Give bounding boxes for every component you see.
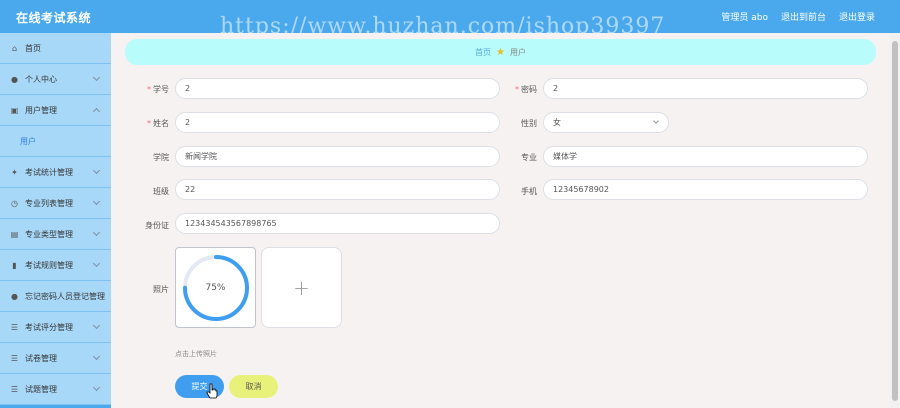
sidebar-item-user-management[interactable]: ▣ 用户管理 [0,95,111,126]
upload-progress-card: 75% [175,247,256,328]
users-icon: ▣ [10,105,19,115]
student-no-input[interactable]: 2 [175,78,500,99]
sidebar-item-exam-stats[interactable]: ✦ 考试统计管理 [0,157,111,188]
app-title: 在线考试系统 [16,11,92,25]
chevron-up-icon [92,107,101,116]
id-card-input[interactable]: 123434543567898765 [175,213,500,234]
chevron-down-icon [92,73,101,82]
logout-link[interactable]: 退出登录 [839,10,875,23]
sidebar-item-home[interactable]: ⌂ 首页 [0,33,111,64]
password-label: * 密码 [515,85,537,94]
home-icon: ⌂ [11,43,18,53]
sidebar-item-exam-scoring[interactable]: ☰ 考试评分管理 [0,312,111,343]
class-input[interactable]: 22 [175,179,500,200]
gender-label: 性别 [521,119,537,128]
photo-upload-button[interactable]: + [261,247,342,328]
sidebar-item-label: 专业列表管理 [25,198,73,208]
chevron-down-icon [92,259,101,268]
password-input[interactable]: 2 [543,78,868,99]
major-label: 专业 [521,153,537,162]
upload-tip: 点击上传照片 [175,350,217,358]
chevron-down-icon [653,118,659,124]
photo-label: 照片 [153,285,169,294]
sidebar-item-paper-management[interactable]: ☰ 试卷管理 [0,343,111,374]
cancel-button[interactable]: 取消 [229,375,278,398]
sidebar-item-major-list[interactable]: ◷ 专业列表管理 [0,188,111,219]
sidebar-item-profile[interactable]: ● 个人中心 [0,64,111,95]
student-no-label: * 学号 [147,85,169,94]
upload-progress-text: 75% [205,282,226,293]
chevron-down-icon [92,352,101,361]
chevron-down-icon [92,228,101,237]
top-bar: 在线考试系统 管理员 abo 退出到前台 退出登录 [0,0,900,33]
phone-input[interactable]: 12345678902 [543,179,868,200]
sidebar-item-label: 试题管理 [25,384,57,394]
scrollbar-thumb[interactable] [892,41,898,401]
sidebar-item-label: 试卷管理 [25,353,57,363]
menu-icon: ☰ [10,384,19,394]
back-to-front-link[interactable]: 退出到前台 [781,10,826,23]
stats-icon: ✦ [11,167,18,177]
admin-user-link[interactable]: 管理员 abo [721,10,768,23]
chevron-down-icon [92,383,101,392]
sidebar-item-forgot-password[interactable]: ● 忘记密码人员登记管理 [0,281,111,312]
sidebar-item-label: 首页 [25,43,41,53]
college-input[interactable]: 新闻学院 [175,146,500,167]
sidebar-item-label: 用户管理 [25,105,57,115]
chart-icon: ▮ [12,260,17,270]
user-icon: ● [11,74,18,84]
class-label: 班级 [153,187,169,196]
menu-icon: ☰ [10,353,19,363]
major-input[interactable]: 媒体学 [543,146,868,167]
sidebar-item-label: 考试评分管理 [25,322,73,332]
plus-icon: + [293,275,310,300]
gender-select[interactable]: 女 [543,112,669,133]
phone-label: 手机 [521,187,537,196]
id-card-label: 身份证 [145,221,169,230]
list-icon: ☰ [10,322,19,332]
sidebar-item-major-type[interactable]: ▤ 专业类型管理 [0,219,111,250]
clock-icon: ◷ [11,198,18,208]
breadcrumb-home[interactable]: 首页 [475,47,491,58]
name-input[interactable]: 2 [175,112,500,133]
chevron-down-icon [92,197,101,206]
gender-value: 女 [553,118,561,127]
sidebar-item-label: 考试统计管理 [25,167,73,177]
main-content: 首页 ★ 用户 * 学号 2 * 密码 2 * 姓名 2 性别 女 学院 新闻学院 专… [111,33,900,408]
vertical-scrollbar[interactable] [890,35,900,408]
sidebar-subitem-user[interactable]: 用户 [0,126,111,157]
header-links: 管理员 abo 退出到前台 退出登录 [721,10,875,23]
sidebar-item-label: 个人中心 [25,74,57,84]
sidebar-item-label: 忘记密码人员登记管理 [25,291,105,301]
sidebar-item-label: 专业类型管理 [25,229,73,239]
person-icon: ● [11,291,18,301]
name-label: * 姓名 [147,119,169,128]
sidebar-item-question-management[interactable]: ☰ 试题管理 [0,374,111,405]
breadcrumb: 首页 ★ 用户 [125,39,876,65]
sidebar-item-label: 考试规则管理 [25,260,73,270]
sidebar: ⌂ 首页 ● 个人中心 ▣ 用户管理 用户 ✦ 考试统计管理 ◷ 专业列表管理 … [0,33,111,408]
star-icon: ★ [496,46,505,58]
breadcrumb-current: 用户 [509,47,526,57]
sidebar-item-exam-rules[interactable]: ▮ 考试规则管理 [0,250,111,281]
clipboard-icon: ▤ [10,229,19,239]
college-label: 学院 [153,153,169,162]
hand-cursor-icon [206,383,218,399]
chevron-down-icon [92,166,101,175]
chevron-down-icon [92,321,101,330]
